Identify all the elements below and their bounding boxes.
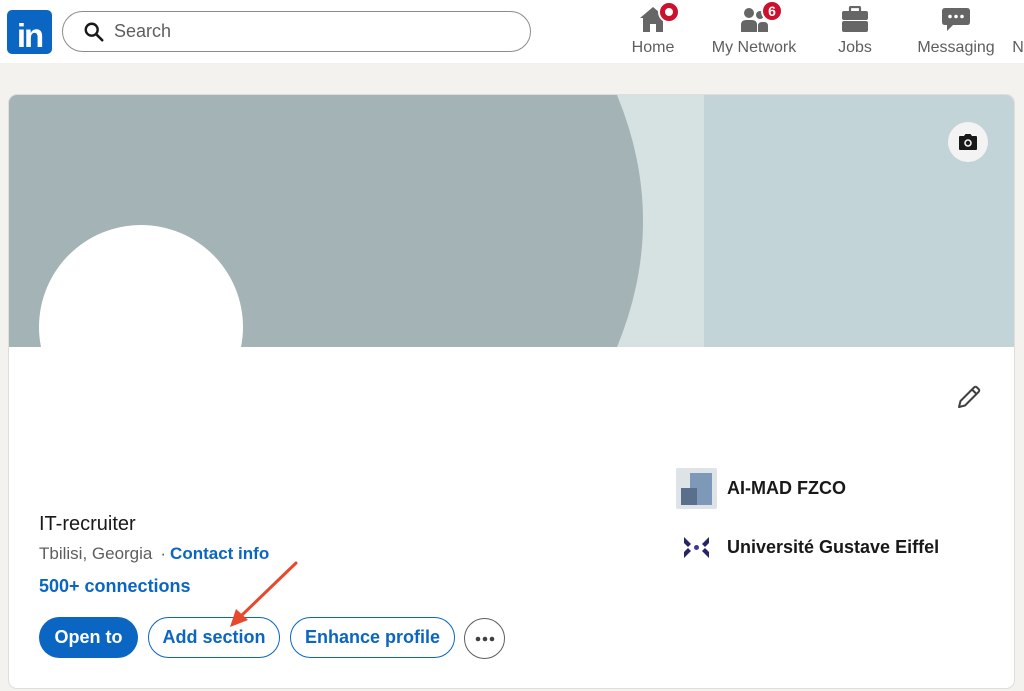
search-bar[interactable] bbox=[62, 11, 531, 52]
nav-my-network-label: My Network bbox=[711, 39, 797, 56]
edit-intro-button[interactable] bbox=[949, 377, 989, 417]
nav-messaging-label: Messaging bbox=[917, 39, 995, 56]
nav-jobs-label: Jobs bbox=[838, 39, 872, 56]
edit-cover-photo-button[interactable] bbox=[948, 122, 988, 162]
profile-card: AI-MAD FZCO Université Gustave Eiffel IT… bbox=[8, 94, 1015, 689]
org-education[interactable]: Université Gustave Eiffel bbox=[676, 527, 939, 568]
top-nav-bar: in Home 6 My Network bbox=[0, 0, 1024, 63]
pencil-icon bbox=[958, 385, 981, 408]
nav-home-label: Home bbox=[631, 39, 675, 56]
search-icon bbox=[84, 22, 104, 42]
nav-jobs[interactable]: Jobs bbox=[832, 5, 878, 58]
briefcase-icon bbox=[840, 5, 870, 33]
org-current-company[interactable]: AI-MAD FZCO bbox=[676, 468, 846, 509]
network-badge: 6 bbox=[761, 0, 783, 22]
home-icon bbox=[638, 1, 680, 33]
messaging-icon bbox=[941, 6, 971, 33]
company-name: AI-MAD FZCO bbox=[727, 478, 846, 498]
camera-icon bbox=[959, 134, 977, 150]
nav-notifications-partial[interactable]: N bbox=[1012, 6, 1024, 58]
more-actions-button[interactable] bbox=[464, 618, 505, 659]
enhance-profile-button[interactable]: Enhance profile bbox=[290, 617, 455, 658]
nav-partial-label: N bbox=[1012, 39, 1024, 56]
open-to-button[interactable]: Open to bbox=[39, 617, 138, 658]
separator-dot: · bbox=[160, 544, 167, 563]
profile-headline: IT-recruiter bbox=[39, 513, 136, 535]
connections-link[interactable]: 500+ connections bbox=[39, 576, 191, 597]
profile-location: Tbilisi, Georgia bbox=[39, 544, 153, 563]
add-section-button[interactable]: Add section bbox=[148, 617, 280, 658]
linkedin-logo[interactable]: in bbox=[7, 10, 52, 54]
search-input[interactable] bbox=[114, 21, 494, 42]
more-dots-icon bbox=[475, 636, 494, 641]
nav-messaging[interactable]: Messaging bbox=[915, 6, 997, 58]
company-logo bbox=[676, 468, 717, 509]
location-row: Tbilisi, Georgia · Contact info bbox=[39, 544, 269, 564]
contact-info-link[interactable]: Contact info bbox=[170, 544, 269, 563]
profile-photo[interactable] bbox=[39, 225, 243, 429]
university-logo bbox=[676, 527, 717, 568]
university-name: Université Gustave Eiffel bbox=[727, 537, 940, 557]
nav-my-network[interactable]: 6 My Network bbox=[708, 0, 800, 58]
notification-dot bbox=[658, 1, 680, 23]
nav-home[interactable]: Home bbox=[628, 1, 680, 58]
network-icon: 6 bbox=[739, 0, 783, 33]
